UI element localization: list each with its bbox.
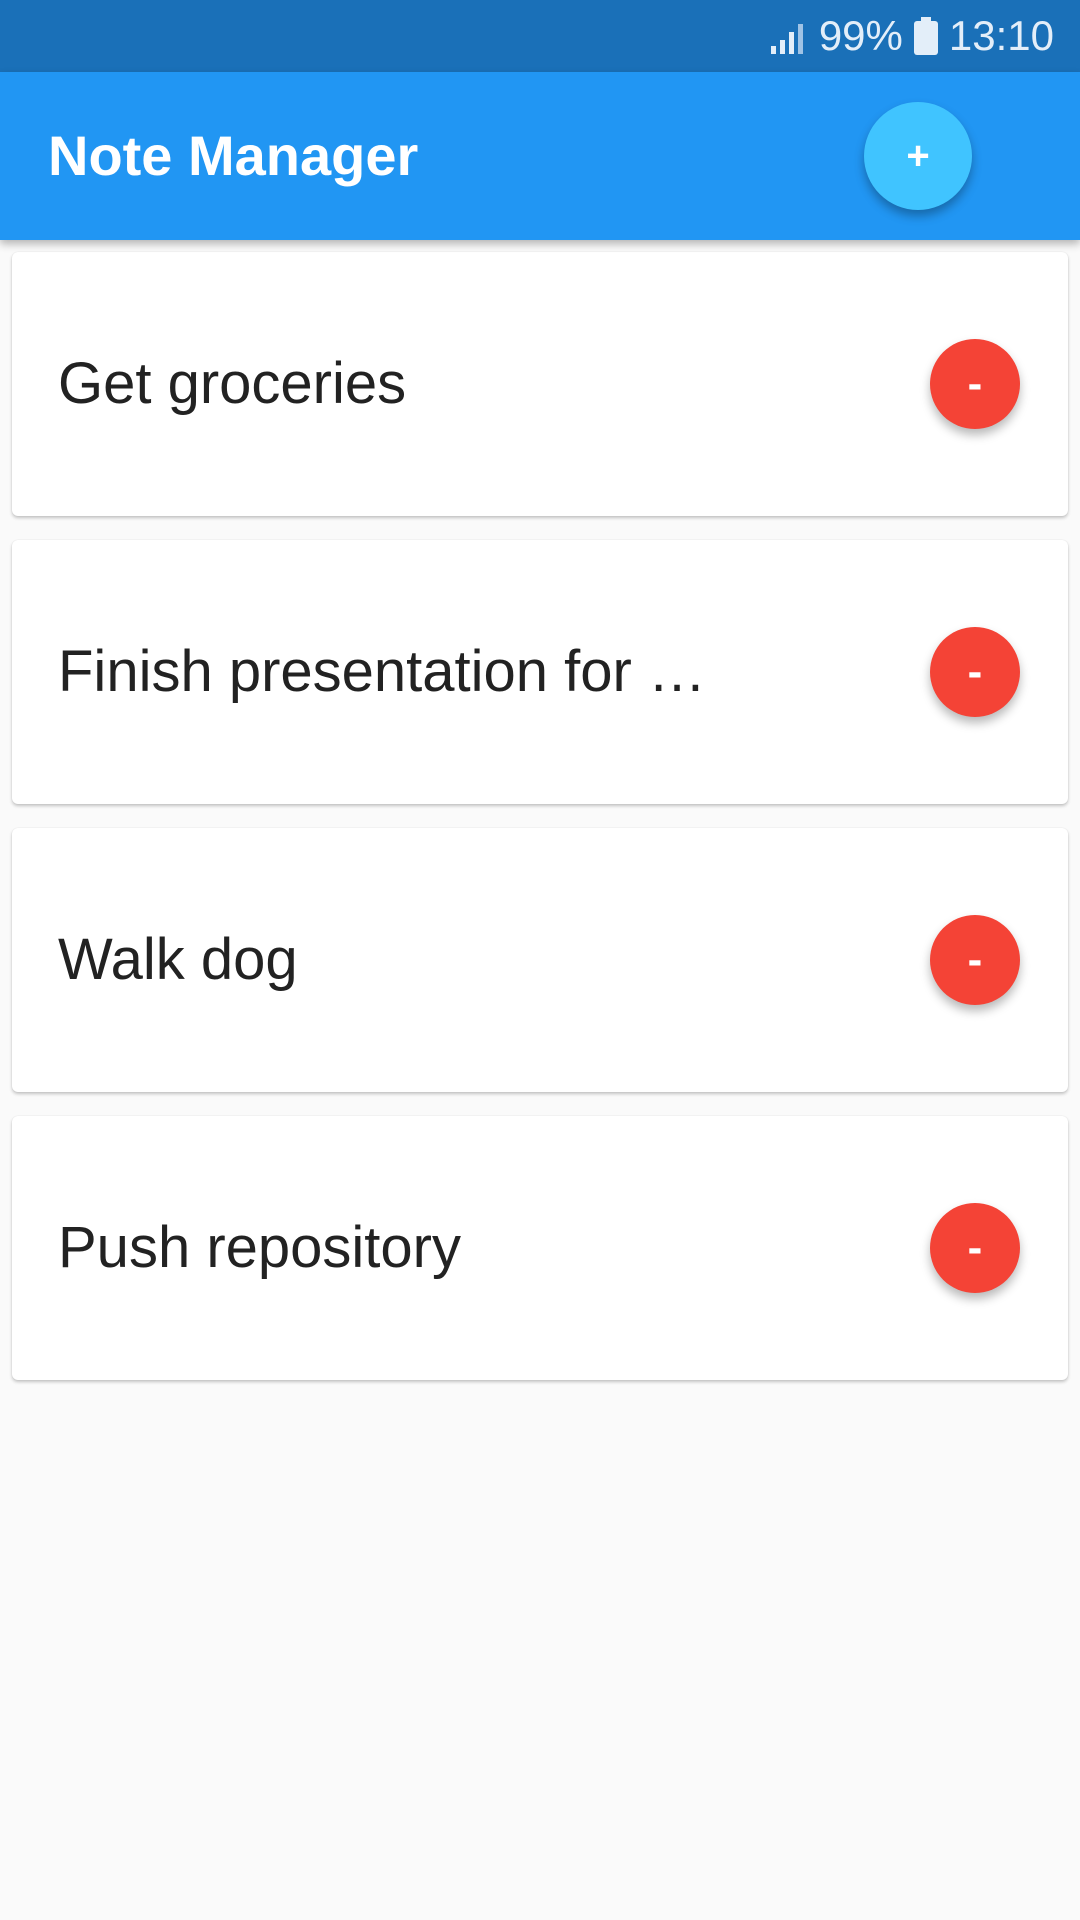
note-text: Walk dog xyxy=(58,927,298,992)
status-indicators: 99% 13:10 xyxy=(769,0,1054,72)
page-title: Note Manager xyxy=(48,124,419,187)
battery-percent: 99% xyxy=(818,12,903,59)
note-card[interactable]: Walk dog - xyxy=(12,828,1068,1092)
app-bar: Note Manager + xyxy=(0,72,1080,240)
delete-note-button[interactable]: - xyxy=(930,627,1020,717)
note-card[interactable]: Push repository - xyxy=(12,1116,1068,1380)
note-text: Get groceries xyxy=(58,351,407,416)
delete-note-button[interactable]: - xyxy=(930,339,1020,429)
battery-icon xyxy=(913,17,938,55)
add-note-button[interactable]: + xyxy=(864,102,972,210)
note-card[interactable]: Finish presentation for … - xyxy=(12,540,1068,804)
clock: 13:10 xyxy=(948,12,1054,59)
note-text: Finish presentation for … xyxy=(58,639,706,704)
status-bar: 99% 13:10 xyxy=(0,0,1080,72)
delete-note-button[interactable]: - xyxy=(930,1203,1020,1293)
delete-note-button[interactable]: - xyxy=(930,915,1020,1005)
signal-icon xyxy=(770,24,803,54)
note-card[interactable]: Get groceries - xyxy=(12,252,1068,516)
note-list: Get groceries - Finish presentation for … xyxy=(12,252,1068,1404)
note-text: Push repository xyxy=(58,1215,461,1280)
